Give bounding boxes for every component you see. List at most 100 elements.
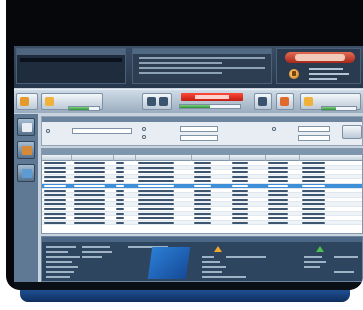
user-field[interactable] [20,58,122,62]
status-panel-right[interactable] [300,93,361,111]
table-cell [138,166,174,169]
search-input-1[interactable] [72,128,132,134]
search-input-4[interactable] [298,126,330,132]
detail-value [82,246,110,248]
table-row[interactable] [42,220,362,226]
table-cell [74,194,105,197]
table-cell [44,189,66,192]
table-cell [138,189,174,192]
table-cell [138,171,174,174]
sidebar-item-documents[interactable] [17,118,35,136]
table-cell [44,162,66,164]
grid-icon [147,97,156,106]
table-cell [44,198,66,201]
search-radio-2[interactable] [142,127,146,131]
search-panel-title [42,117,362,122]
settings-button[interactable] [254,93,272,110]
user-panel-title [17,49,125,55]
view-toggle-button[interactable] [142,93,172,110]
table-cell [138,175,174,178]
search-button[interactable] [342,125,362,139]
search-radio-1[interactable] [46,129,50,133]
table-cell [268,189,288,192]
table-cell [116,171,124,174]
toolbar [14,89,363,113]
search-input-3[interactable] [180,135,218,141]
logo-panel [276,48,361,84]
table-cell [116,198,124,201]
table-cell [268,166,288,169]
table-cell [302,203,325,206]
detail-label [46,261,72,263]
header-info-panel [132,48,272,84]
table-cell [74,162,105,164]
table-cell [232,166,248,169]
table-cell [194,203,211,206]
detail-value [334,271,354,273]
table-cell [116,194,124,197]
sidebar-item-map[interactable] [17,164,35,182]
table-cell [44,207,66,210]
header-info-title [133,49,271,54]
table-cell [44,217,66,220]
table-cell [232,217,248,220]
search-radio-4[interactable] [272,127,276,131]
preview-image [147,247,191,279]
table-cell [302,221,325,224]
table-cell [44,203,66,206]
home-button[interactable] [16,93,38,110]
search-input-2[interactable] [180,126,218,132]
progress-fill [69,107,89,110]
table-cell [116,203,124,206]
table-cell [116,162,124,164]
status-panel-left[interactable] [41,93,103,111]
progress-fill [322,107,336,110]
detail-value [226,256,266,258]
table-cell [116,166,124,169]
table-cell [268,221,288,224]
detail-value [304,261,326,263]
detail-value [304,256,322,258]
detail-label [46,271,74,273]
search-panel [41,116,363,146]
sidebar [14,114,38,282]
document-icon [22,123,32,132]
search-radio-3[interactable] [142,135,146,139]
search-input-5[interactable] [298,135,330,141]
info-line [309,68,343,70]
table-cell [194,221,211,224]
alert-button[interactable] [276,93,294,110]
table-cell [44,180,66,183]
table-cell [138,194,174,197]
results-rows [42,161,362,226]
detail-label [202,256,214,258]
table-cell [194,162,211,164]
header-info-line [139,67,265,69]
table-cell [302,171,325,174]
table-cell [268,171,288,174]
table-cell [194,207,211,210]
table-cell [194,171,211,174]
detail-value [82,251,112,253]
table-cell [44,194,66,197]
table-cell [194,217,211,220]
header-info-line [139,62,222,64]
table-cell [194,180,211,183]
detail-value [82,256,102,258]
table-cell [232,194,248,197]
table-cell [232,175,248,178]
details-panel [41,236,363,282]
warning-icon[interactable] [289,69,299,79]
table-cell [194,184,211,187]
table-cell [74,198,105,201]
detail-value [304,266,320,268]
table-cell [138,221,174,224]
warning-icon [45,97,54,106]
table-cell [138,203,174,206]
detail-label [46,251,68,253]
sidebar-item-folders[interactable] [17,141,35,159]
table-cell [74,212,105,215]
info-line [309,73,349,75]
alert-icon [280,97,289,106]
table-cell [302,184,325,187]
